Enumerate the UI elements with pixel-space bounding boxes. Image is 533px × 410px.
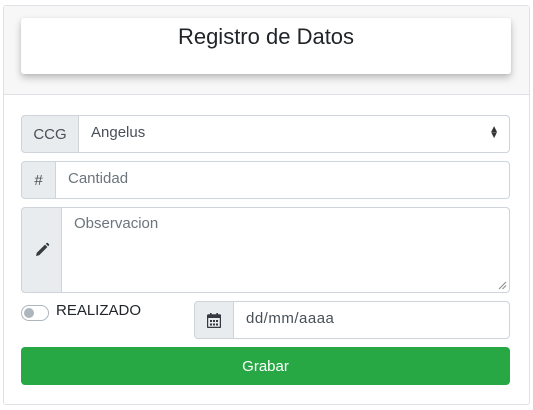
hash-prefix: # [21,161,56,199]
cantidad-group: # Cantidad [21,161,510,199]
fecha-prefix [194,301,234,339]
calendar-icon [207,312,221,328]
ccg-group: CCG Angelus ▲ ▼ [21,115,510,153]
title-box: Registro de Datos [21,18,511,74]
observacion-placeholder: Observacion [74,215,159,232]
observacion-group: Observacion [21,207,510,293]
fecha-input[interactable]: dd/mm/aaaa [234,301,510,339]
ccg-select[interactable]: Angelus ▲ ▼ [79,115,510,153]
toggle-knob [24,308,34,318]
pencil-icon [35,242,49,256]
cantidad-placeholder: Cantidad [68,170,129,187]
realizado-label: REALIZADO [56,302,142,319]
observacion-textarea[interactable]: Observacion [62,207,510,293]
resize-handle-icon[interactable] [498,281,507,290]
realizado-toggle[interactable] [21,305,49,321]
ccg-selected-value: Angelus [91,124,146,141]
fecha-group: dd/mm/aaaa [194,301,510,339]
cantidad-input[interactable]: Cantidad [56,161,510,199]
fecha-placeholder: dd/mm/aaaa [246,310,335,327]
page-title: Registro de Datos [177,24,355,49]
form-card: Registro de Datos [3,5,530,405]
observacion-prefix [21,207,62,293]
grabar-button[interactable]: Grabar [21,347,510,385]
sort-arrows-icon: ▲ ▼ [489,124,499,141]
ccg-prefix: CCG [21,115,79,153]
card-header: Registro de Datos [4,6,529,95]
